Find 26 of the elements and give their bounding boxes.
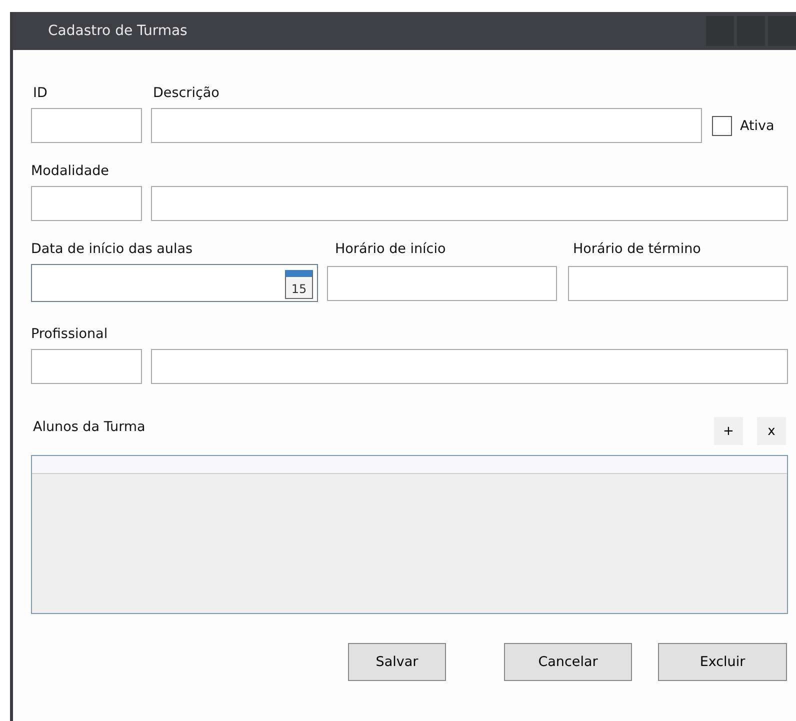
- checkbox-label: Ativa: [740, 118, 774, 134]
- cancel-button[interactable]: Cancelar: [504, 643, 632, 681]
- input-field[interactable]: [31, 186, 142, 221]
- field-label: Horário de início: [335, 240, 447, 256]
- input-field[interactable]: [151, 108, 702, 143]
- input-field[interactable]: [31, 108, 142, 143]
- field-label: ID: [33, 85, 48, 103]
- field-label: Descrição: [153, 85, 220, 103]
- date-picker[interactable]: 15: [31, 264, 318, 302]
- field-label: Profissional: [31, 326, 108, 342]
- field-label: Horário de término: [573, 240, 701, 256]
- checkbox[interactable]: [712, 116, 732, 136]
- add-button[interactable]: +: [714, 417, 743, 445]
- delete-button[interactable]: Excluir: [658, 643, 787, 681]
- input-field[interactable]: [151, 186, 788, 221]
- save-button[interactable]: Salvar: [348, 643, 446, 681]
- input-field[interactable]: [568, 266, 788, 300]
- field-label: Modalidade: [31, 162, 109, 178]
- field-label: Data de início das aulas: [31, 240, 194, 256]
- section-label: Alunos da Turma: [33, 419, 146, 435]
- window-title: Cadastro de Turmas: [48, 23, 188, 39]
- calendar-icon[interactable]: 15: [285, 270, 313, 299]
- input-field[interactable]: [31, 349, 142, 384]
- input-field[interactable]: [327, 266, 557, 300]
- input-field[interactable]: [151, 349, 788, 384]
- remove-button[interactable]: x: [757, 417, 786, 445]
